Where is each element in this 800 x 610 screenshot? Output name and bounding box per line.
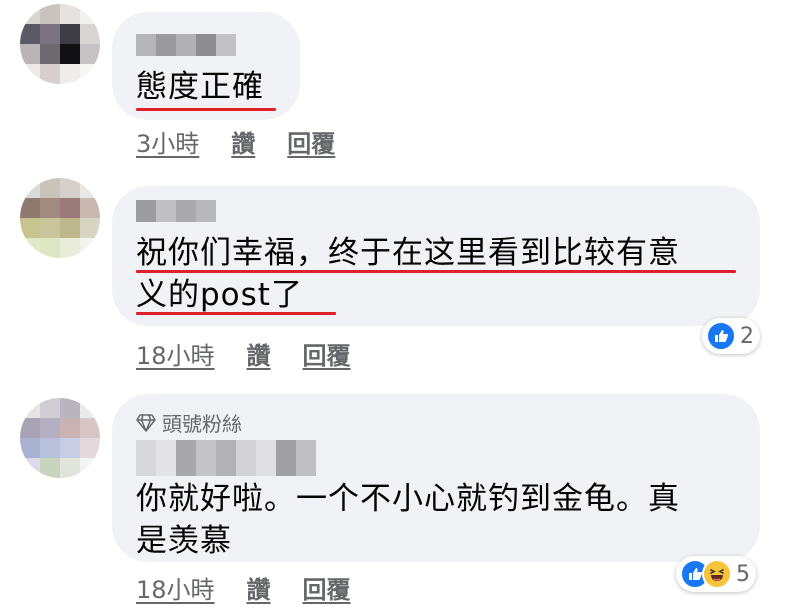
underline-mark bbox=[136, 312, 336, 315]
comment-actions: 3小時 讚 回覆 bbox=[136, 124, 335, 159]
like-button[interactable]: 讚 bbox=[247, 570, 271, 605]
timestamp-link[interactable]: 18小時 bbox=[136, 336, 215, 371]
reaction-count: 5 bbox=[736, 561, 750, 587]
comment-bubble: 頭號粉絲 你就好啦。一个不小心就钓到金龟。真 是羡慕 bbox=[112, 394, 760, 562]
avatar[interactable] bbox=[20, 178, 100, 258]
like-button[interactable]: 讚 bbox=[231, 124, 255, 159]
underline-mark bbox=[136, 270, 736, 273]
diamond-icon bbox=[136, 413, 156, 432]
comment-text: 祝你们幸福，终于在这里看到比较有意 义的post了 bbox=[136, 235, 680, 313]
comment-text: 態度正確 bbox=[136, 69, 264, 105]
like-icon bbox=[706, 321, 736, 351]
reaction-summary[interactable]: 2 bbox=[702, 318, 760, 354]
timestamp-link[interactable]: 18小時 bbox=[136, 570, 215, 605]
comment-bubble: 態度正確 bbox=[112, 12, 300, 120]
comment-actions: 18小時 讚 回覆 bbox=[136, 336, 351, 371]
avatar[interactable] bbox=[20, 4, 100, 84]
reply-button[interactable]: 回覆 bbox=[303, 336, 351, 371]
like-button[interactable]: 讚 bbox=[247, 336, 271, 371]
reply-button[interactable]: 回覆 bbox=[287, 124, 335, 159]
author-name[interactable] bbox=[136, 34, 236, 56]
haha-icon bbox=[702, 559, 732, 589]
comment-actions: 18小時 讚 回覆 bbox=[136, 570, 351, 605]
underline-mark bbox=[136, 108, 276, 111]
reaction-count: 2 bbox=[740, 323, 754, 349]
timestamp-link[interactable]: 3小時 bbox=[136, 124, 199, 159]
author-name[interactable] bbox=[136, 440, 316, 476]
reaction-summary[interactable]: 5 bbox=[676, 556, 756, 592]
author-name[interactable] bbox=[136, 200, 216, 222]
comment-bubble: 祝你们幸福，终于在这里看到比较有意 义的post了 bbox=[112, 186, 760, 326]
badge-label: 頭號粉絲 bbox=[162, 412, 242, 436]
comment-text: 你就好啦。一个不小心就钓到金龟。真 是羡慕 bbox=[136, 481, 680, 559]
reply-button[interactable]: 回覆 bbox=[303, 570, 351, 605]
avatar[interactable] bbox=[20, 398, 100, 478]
top-fan-badge: 頭號粉絲 bbox=[136, 408, 242, 437]
